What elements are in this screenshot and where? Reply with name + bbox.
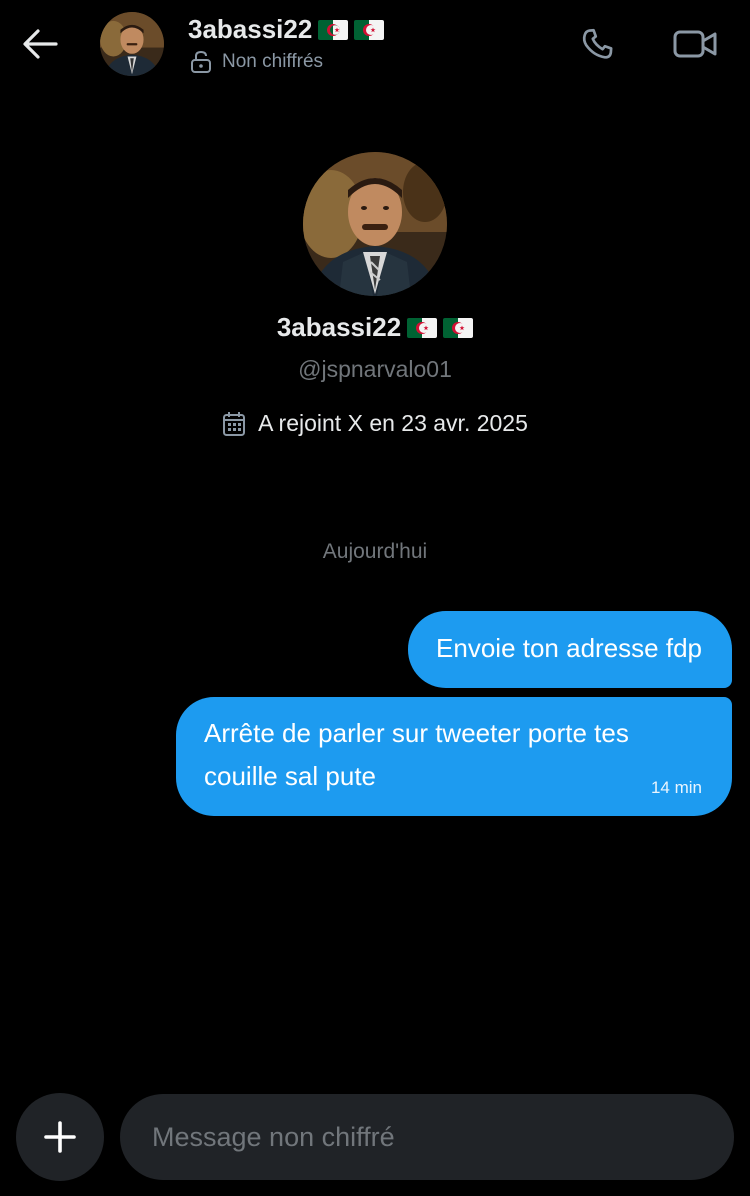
- profile-joined-text: A rejoint X en 23 avr. 2025: [258, 410, 528, 436]
- plus-icon: [44, 1121, 76, 1153]
- profile-avatar[interactable]: [303, 152, 447, 296]
- encryption-status-text: Non chiffrés: [222, 51, 324, 72]
- calendar-icon: [223, 411, 246, 436]
- header-name-text: 3abassi22: [188, 14, 313, 44]
- date-separator: Aujourd'hui: [322, 540, 428, 563]
- algeria-flag-icon: [443, 317, 474, 338]
- encryption-status[interactable]: Non chiffrés: [190, 50, 323, 74]
- profile-name-text: 3abassi22: [276, 312, 402, 342]
- header-avatar[interactable]: [100, 12, 164, 76]
- message-timestamp: 14 min: [650, 778, 702, 797]
- algeria-flag-icon: [354, 19, 385, 40]
- profile-name: 3abassi22: [0, 312, 750, 343]
- video-camera-icon: [673, 30, 717, 58]
- message-text: Envoie ton adresse fdp: [436, 633, 702, 663]
- message-text: Arrête de parler sur tweeter porte tes c…: [204, 718, 629, 791]
- message-input[interactable]: [120, 1094, 734, 1180]
- lock-open-icon: [191, 50, 211, 73]
- add-attachment-button[interactable]: [16, 1093, 104, 1181]
- phone-icon: [582, 28, 613, 59]
- profile-handle[interactable]: @jspnarvalo01: [0, 356, 750, 383]
- back-button[interactable]: [18, 24, 62, 64]
- algeria-flag-icon: [407, 317, 438, 338]
- profile-joined: A rejoint X en 23 avr. 2025: [0, 410, 750, 443]
- back-arrow-icon: [23, 29, 58, 59]
- header-contact-name[interactable]: 3abassi22: [188, 14, 385, 45]
- message-bubble[interactable]: Arrête de parler sur tweeter porte tes c…: [176, 697, 732, 816]
- voice-call-button[interactable]: [576, 22, 620, 66]
- message-bubble[interactable]: Envoie ton adresse fdp: [408, 611, 732, 688]
- algeria-flag-icon: [318, 19, 349, 40]
- video-call-button[interactable]: [668, 22, 722, 66]
- conversation-header: 3abassi22 Non chiffrés: [0, 0, 750, 90]
